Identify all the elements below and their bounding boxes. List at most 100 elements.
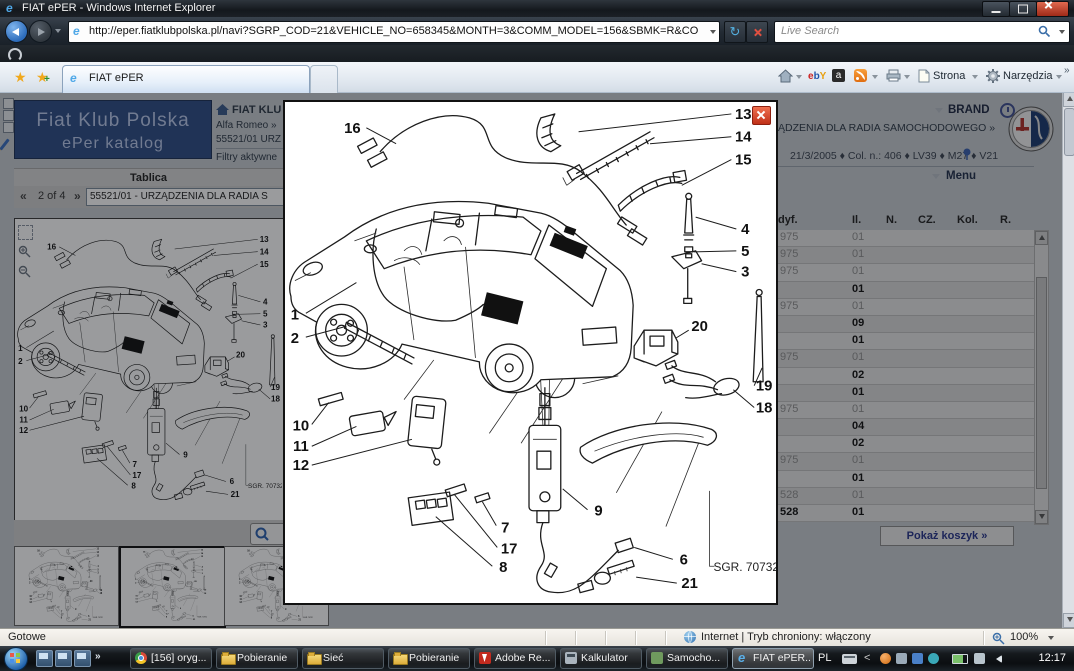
taskbar-button[interactable]: [156] oryg... (130, 648, 212, 669)
print-icon[interactable] (886, 69, 901, 82)
plus-icon: + (44, 74, 50, 85)
narzedzia-dropdown[interactable] (1056, 75, 1062, 79)
close-button[interactable] (1036, 1, 1069, 17)
scrollbar-thumb[interactable] (1064, 108, 1074, 156)
browser-scrollbar[interactable] (1062, 92, 1074, 628)
tab-label: FIAT ePER (89, 72, 144, 84)
taskbar-button[interactable]: Adobe Re... (474, 648, 556, 669)
new-tab-button[interactable] (310, 65, 338, 93)
gear-icon (986, 69, 1000, 83)
minimize-button[interactable] (982, 1, 1010, 17)
close-icon (1044, 1, 1053, 10)
refresh-button[interactable]: ↻ (724, 21, 746, 43)
divider (575, 631, 577, 645)
address-dropdown[interactable] (710, 30, 716, 34)
page-icon: e (73, 24, 80, 38)
parts-diagram (285, 102, 776, 603)
scroll-down-button[interactable] (1063, 613, 1074, 628)
tray-monitor-icon[interactable] (896, 653, 907, 664)
up-arrow-icon (1067, 96, 1073, 101)
stop-icon (753, 28, 762, 37)
back-button[interactable] (5, 20, 28, 43)
taskbar-button[interactable]: Kalkulator (560, 648, 642, 669)
taskbar-button-label: Samocho... (667, 652, 720, 664)
page-icon (918, 69, 930, 83)
display-icon[interactable] (974, 653, 985, 664)
calc-icon (565, 652, 577, 664)
quick-launch-desktop-icon[interactable] (36, 650, 53, 667)
favorites-center-button[interactable]: ★ (14, 69, 27, 86)
maximize-button[interactable] (1009, 1, 1037, 17)
amazon-icon[interactable]: a (832, 69, 845, 82)
ebay-icon[interactable]: ebY (808, 70, 826, 82)
print-dropdown[interactable] (904, 75, 910, 79)
clock[interactable]: 12:17 (1038, 652, 1066, 664)
search-options-dropdown[interactable] (1059, 30, 1065, 34)
battery-icon[interactable] (952, 654, 968, 664)
tray-app-icon[interactable] (880, 653, 891, 664)
home-dropdown[interactable] (796, 75, 802, 79)
quick-launch-ie-icon[interactable] (55, 650, 72, 667)
minimize-icon (992, 11, 1001, 13)
popup-close-button[interactable] (752, 106, 771, 125)
taskbar-button[interactable]: Pobieranie (388, 648, 470, 669)
internet-zone-icon (684, 631, 696, 643)
navigation-bar: e http://eper.fiatklubpolska.pl/navi?SGR… (0, 17, 1074, 45)
page-zoom-value[interactable]: 100% (1010, 631, 1038, 643)
forward-button[interactable] (29, 20, 52, 43)
narzedzia-menu[interactable]: Narzędzia (1003, 70, 1053, 82)
strona-dropdown[interactable] (972, 75, 978, 79)
rss-dropdown[interactable] (872, 75, 878, 79)
rss-icon[interactable] (854, 69, 867, 82)
start-button[interactable] (4, 647, 28, 671)
taskbar-button[interactable]: Sieć (302, 648, 384, 669)
diagram-popup (283, 100, 778, 605)
adobe-icon (479, 652, 491, 664)
back-icon (12, 28, 19, 36)
address-bar[interactable]: e http://eper.fiatklubpolska.pl/navi?SGR… (68, 21, 720, 43)
taskbar-button-label: Pobieranie (409, 652, 459, 664)
tray-sync-icon[interactable] (928, 653, 939, 664)
taskbar: » [156] oryg... Pobieranie Sieć Pobieranie A… (0, 646, 1074, 671)
tray-network-icon[interactable] (912, 653, 923, 664)
home-icon[interactable] (778, 69, 793, 83)
taskbar-button-label: Adobe Re... (495, 652, 550, 664)
forward-icon (38, 28, 45, 36)
taskbar-button[interactable]: Samocho... (646, 648, 728, 669)
folder-icon (393, 654, 408, 665)
strona-menu[interactable]: Strona (933, 70, 965, 82)
tab-bar: ★ ★+ e FIAT ePER ebY a Strona Narzędzia … (0, 62, 1074, 93)
taskbar-button[interactable]: FIAT ePER... (732, 648, 814, 669)
taskbar-button-label: Pobieranie (237, 652, 287, 664)
search-placeholder: Live Search (781, 25, 839, 37)
scroll-up-button[interactable] (1063, 92, 1074, 107)
windows-flag-icon (10, 653, 14, 657)
history-dropdown[interactable] (55, 29, 61, 33)
quick-launch-more[interactable]: » (95, 651, 101, 662)
taskbar-button[interactable]: Pobieranie (216, 648, 298, 669)
ie-icon (737, 652, 749, 664)
add-favorite-button[interactable]: ★+ (36, 69, 49, 86)
taskbar-button-label: Kalkulator (581, 652, 628, 664)
screen: e FIAT ePER - Windows Internet Explorer … (0, 0, 1074, 671)
divider (545, 631, 547, 645)
search-icon (1038, 25, 1051, 38)
title-bar: e FIAT ePER - Windows Internet Explorer (0, 0, 1074, 17)
zoom-dropdown[interactable] (1048, 636, 1054, 640)
security-zone-text: Internet | Tryb chroniony: włączony (701, 631, 871, 643)
tab-fiat-eper[interactable]: e FIAT ePER (62, 65, 310, 93)
more-commands-chevron[interactable]: » (1064, 65, 1070, 76)
search-box[interactable]: Live Search (774, 21, 1070, 43)
keyboard-icon[interactable] (842, 654, 857, 664)
quick-launch-media-icon[interactable] (74, 650, 91, 667)
divider (635, 631, 637, 645)
folder-icon (221, 654, 236, 665)
stop-button[interactable] (746, 21, 768, 43)
chevron-text: < (864, 652, 870, 664)
url-text: http://eper.fiatklubpolska.pl/navi?SGRP_… (89, 25, 699, 37)
speaker-icon[interactable] (996, 655, 1002, 663)
divider (983, 631, 985, 645)
down-arrow-icon (1067, 617, 1073, 622)
maximize-icon (1018, 5, 1028, 14)
page-zoom-icon[interactable] (992, 632, 1005, 645)
